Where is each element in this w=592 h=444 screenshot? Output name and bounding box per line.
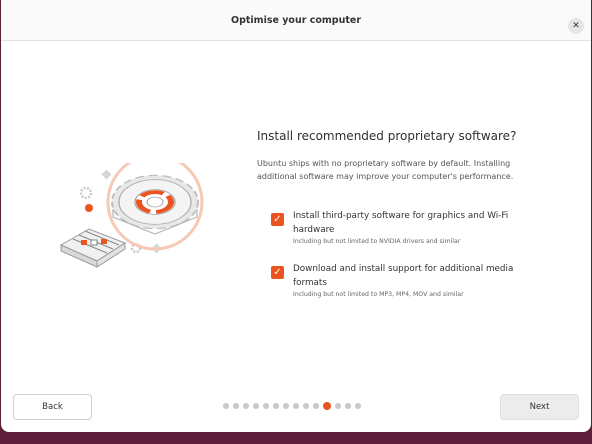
check-icon: ✓ bbox=[273, 213, 282, 225]
page-dot bbox=[223, 403, 229, 409]
page-dot bbox=[273, 403, 279, 409]
page-dot-active bbox=[323, 402, 331, 410]
page-dot bbox=[293, 403, 299, 409]
title-bar: Optimise your computer ✕ bbox=[1, 0, 591, 41]
third-party-checkbox[interactable]: ✓ bbox=[271, 213, 284, 226]
check-icon: ✓ bbox=[273, 266, 282, 278]
page-dot bbox=[355, 403, 361, 409]
gear-settings-illustration bbox=[59, 163, 204, 268]
page-dot bbox=[253, 403, 259, 409]
page-dot bbox=[345, 403, 351, 409]
option-label: Install third-party software for graphic… bbox=[293, 211, 509, 235]
option-hint: Including but not limited to NVIDIA driv… bbox=[293, 238, 461, 245]
page-dot bbox=[263, 403, 269, 409]
page-dot bbox=[283, 403, 289, 409]
page-dot bbox=[233, 403, 239, 409]
page-dot bbox=[313, 403, 319, 409]
back-button[interactable]: Back bbox=[13, 394, 92, 420]
window-title: Optimise your computer bbox=[231, 14, 361, 26]
page-indicator bbox=[223, 402, 361, 410]
page-dot bbox=[303, 403, 309, 409]
option-label: Download and install support for additio… bbox=[293, 264, 514, 288]
installer-window: Optimise your computer ✕ Install recomme… bbox=[1, 0, 591, 432]
close-icon: ✕ bbox=[572, 20, 580, 31]
media-formats-checkbox[interactable]: ✓ bbox=[271, 266, 284, 279]
page-description: Ubuntu ships with no proprietary softwar… bbox=[257, 159, 514, 181]
option-hint: Including but not limited to MP3, MP4, M… bbox=[293, 291, 464, 298]
page-dot bbox=[335, 403, 341, 409]
page-dot bbox=[243, 403, 249, 409]
next-button[interactable]: Next bbox=[500, 394, 579, 420]
close-button[interactable]: ✕ bbox=[568, 18, 584, 34]
page-heading: Install recommended proprietary software… bbox=[257, 129, 517, 143]
